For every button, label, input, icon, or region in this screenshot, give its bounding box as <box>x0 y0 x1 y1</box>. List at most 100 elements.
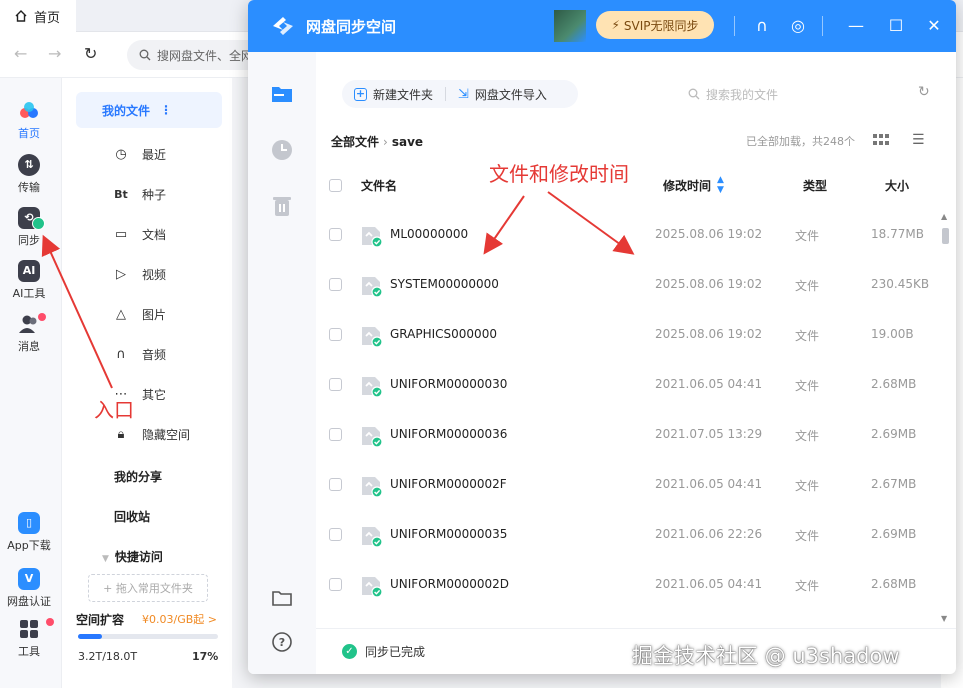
category-hidden[interactable]: 🔒︎ 隐藏空间 <box>114 426 190 443</box>
category-video[interactable]: ▷ 视频 <box>114 266 166 283</box>
table-row[interactable]: UNIFORM00000035 2021.06.06 22:26 文件 2.69MB <box>316 510 940 560</box>
rail-verify[interactable]: V 网盘认证 <box>0 568 58 609</box>
file-name[interactable]: UNIFORM00000030 <box>390 377 507 391</box>
file-name[interactable]: GRAPHICS000000 <box>390 327 497 341</box>
category-label: 其它 <box>142 388 167 402</box>
minimize-icon[interactable]: — <box>844 14 868 38</box>
category-recent[interactable]: ◷ 最近 <box>114 146 166 163</box>
column-time[interactable]: 修改时间 ▲ ▼ <box>663 175 724 195</box>
close-icon[interactable]: ✕ <box>922 14 946 38</box>
file-name[interactable]: UNIFORM0000002F <box>390 477 507 491</box>
file-name[interactable]: UNIFORM00000035 <box>390 527 507 541</box>
file-name[interactable]: ML00000000 <box>390 227 468 241</box>
table-row[interactable]: UNIFORM0000002F 2021.06.05 04:41 文件 2.67MB <box>316 460 940 510</box>
column-name[interactable]: 文件名 <box>361 177 397 194</box>
table-row[interactable]: UNIFORM00000030 2021.06.05 04:41 文件 2.68MB <box>316 360 940 410</box>
column-size[interactable]: 大小 <box>885 177 909 194</box>
expand-price[interactable]: ¥0.03/GB起 > <box>142 611 217 627</box>
scroll-up-icon[interactable]: ▲ <box>941 212 947 221</box>
rail-transfer-label: 传输 <box>18 181 40 194</box>
headset-icon[interactable]: ∩ <box>750 14 774 38</box>
row-checkbox[interactable] <box>329 278 342 291</box>
table-row[interactable]: GRAPHICS000000 2025.08.06 19:02 文件 19.00B <box>316 310 940 360</box>
my-share-link[interactable]: 我的分享 <box>114 468 162 485</box>
crumb-root[interactable]: 全部文件 <box>331 133 379 150</box>
file-name[interactable]: SYSTEM00000000 <box>390 277 499 291</box>
breadcrumb: 全部文件 › save <box>331 133 423 150</box>
row-checkbox[interactable] <box>329 478 342 491</box>
chevron-down-icon: ▼ <box>102 554 109 564</box>
forward-arrow-icon[interactable]: → <box>48 44 61 63</box>
tab-home[interactable]: 首页 <box>0 0 76 32</box>
sort-list-icon[interactable]: ☰ <box>912 132 925 148</box>
category-image[interactable]: △ 图片 <box>114 306 166 323</box>
rail-ai-tools[interactable]: AI AI工具 <box>0 260 58 301</box>
more-icon[interactable]: ⋮ <box>160 103 172 117</box>
file-list: ML00000000 2025.08.06 19:02 文件 18.77MB SYSTE… <box>316 210 940 628</box>
recycle-bin-link[interactable]: 回收站 <box>114 508 150 525</box>
main-search-input[interactable]: 搜网盘文件、全网 <box>127 40 267 70</box>
sync-search-placeholder: 搜索我的文件 <box>706 87 779 102</box>
maximize-icon[interactable]: ☐ <box>884 14 908 38</box>
refresh-icon[interactable]: ↻ <box>918 84 930 100</box>
rail-transfer[interactable]: ⇅ 传输 <box>0 154 58 195</box>
category-torrent[interactable]: Bt 种子 <box>114 186 166 203</box>
file-name[interactable]: UNIFORM00000036 <box>390 427 507 441</box>
settings-icon[interactable]: ◎ <box>786 14 810 38</box>
import-button[interactable]: ⇲ 网盘文件导入 <box>446 86 559 103</box>
transfer-icon: ⇅ <box>18 154 40 176</box>
svip-button[interactable]: ⚡ SVIP无限同步 <box>596 11 714 39</box>
row-checkbox[interactable] <box>329 428 342 441</box>
scrollbar[interactable] <box>940 210 950 628</box>
file-time: 2025.08.06 19:02 <box>655 227 763 241</box>
select-all-checkbox[interactable] <box>329 178 342 192</box>
history-icon[interactable] <box>270 138 294 162</box>
file-time: 2021.06.06 22:26 <box>655 527 763 541</box>
header-divider <box>734 16 735 36</box>
back-arrow-icon[interactable]: ← <box>14 44 27 63</box>
refresh-icon[interactable]: ↻ <box>84 44 97 63</box>
sync-search-input[interactable]: 搜索我的文件 <box>688 84 878 104</box>
synced-file-icon <box>362 527 383 548</box>
trash-icon[interactable] <box>270 194 294 218</box>
row-checkbox[interactable] <box>329 228 342 241</box>
folder-icon[interactable] <box>270 82 294 106</box>
table-header: 文件名 修改时间 ▲ ▼ 类型 大小 <box>316 162 944 208</box>
row-checkbox[interactable] <box>329 528 342 541</box>
import-label: 网盘文件导入 <box>474 87 547 102</box>
quick-access-header[interactable]: ▼ 快捷访问 <box>102 548 163 565</box>
rail-messages-label: 消息 <box>18 340 40 353</box>
rail-sync[interactable]: ⟲ 同步 <box>0 207 58 248</box>
rail-home[interactable]: 首页 <box>0 100 58 141</box>
sync-window: 网盘同步空间 ⚡ SVIP无限同步 ∩ ◎ — ☐ ✕ ? + 新建文件夹 ⇲ 网盘文… <box>248 0 956 674</box>
my-files-header[interactable]: 我的文件 ⋮ <box>76 92 222 128</box>
table-row[interactable]: UNIFORM00000036 2021.07.05 13:29 文件 2.69MB <box>316 410 940 460</box>
scroll-down-icon[interactable]: ▼ <box>941 614 947 623</box>
table-row[interactable]: SYSTEM00000000 2025.08.06 19:02 文件 230.45KB <box>316 260 940 310</box>
check-icon: ✓ <box>342 644 357 659</box>
help-icon[interactable]: ? <box>270 630 294 654</box>
file-name[interactable]: UNIFORM0000002D <box>390 577 509 591</box>
row-checkbox[interactable] <box>329 328 342 341</box>
file-size: 2.68MB <box>871 577 917 591</box>
rail-app-download[interactable]: ▯ App下载 <box>0 512 58 553</box>
column-type[interactable]: 类型 <box>803 177 827 194</box>
open-folder-icon[interactable] <box>270 586 294 610</box>
category-docs[interactable]: ▭ 文档 <box>114 226 166 243</box>
rail-messages[interactable]: 消息 <box>0 313 58 354</box>
annotation-columns: 文件和修改时间 <box>489 162 629 186</box>
table-row[interactable]: ML00000000 2025.08.06 19:02 文件 18.77MB <box>316 210 940 260</box>
grid-view-icon[interactable] <box>873 134 889 146</box>
row-checkbox[interactable] <box>329 378 342 391</box>
expand-label[interactable]: 空间扩容 <box>76 611 124 628</box>
new-folder-button[interactable]: + 新建文件夹 <box>342 86 445 103</box>
scrollbar-thumb[interactable] <box>942 228 949 244</box>
category-audio[interactable]: ∩ 音频 <box>114 346 166 363</box>
table-row[interactable]: UNIFORM0000002D 2021.06.05 04:41 文件 2.68MB <box>316 560 940 610</box>
row-checkbox[interactable] <box>329 578 342 591</box>
quick-access-dropzone[interactable]: + 拖入常用文件夹 <box>88 574 208 602</box>
play-icon: ▷ <box>116 267 126 282</box>
home-cloud-icon <box>20 102 38 118</box>
rail-tools[interactable]: 工具 <box>0 618 58 659</box>
avatar[interactable] <box>554 10 586 42</box>
